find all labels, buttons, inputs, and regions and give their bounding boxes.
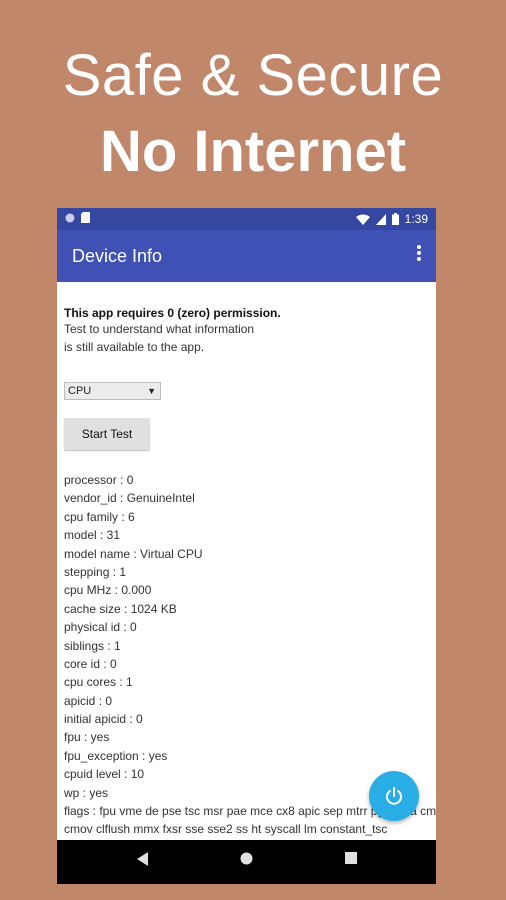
- info-row: model name : Virtual CPU: [64, 546, 203, 561]
- info-row: cpu cores : 1: [64, 675, 133, 690]
- info-row: cmov clflush mmx fxsr sse sse2 ss ht sys…: [64, 822, 388, 837]
- info-row: apicid : 0: [64, 693, 113, 708]
- app-title: Device Info: [72, 246, 163, 266]
- wifi-icon: [355, 214, 370, 225]
- permission-text: This app requires 0 (zero) permission.: [64, 306, 281, 320]
- info-row: fpu : yes: [64, 730, 110, 745]
- more-vert-icon[interactable]: [416, 244, 422, 262]
- category-select[interactable]: CPU ▼: [64, 382, 161, 400]
- info-row: physical id : 0: [64, 620, 137, 635]
- navigation-bar: [57, 840, 436, 884]
- start-test-button[interactable]: Start Test: [64, 418, 150, 450]
- intro-line-3: is still available to the app.: [64, 340, 205, 354]
- info-row: model : 31: [64, 528, 121, 543]
- power-fab-button[interactable]: [369, 771, 419, 821]
- info-row: fpu_exception : yes: [64, 748, 168, 763]
- info-row: cache size : 1024 KB: [64, 601, 177, 616]
- promo-headline-2: No Internet: [99, 119, 407, 184]
- promo-headline-1: Safe & Secure: [62, 43, 444, 108]
- home-icon[interactable]: [240, 852, 253, 865]
- phone-screen: 1:39 Device Info This app requires 0 (ze…: [57, 208, 436, 884]
- circle-icon: [65, 213, 75, 222]
- dropdown-arrow-icon: ▼: [147, 386, 156, 396]
- info-row: processor : 0: [64, 473, 134, 487]
- main-content: This app requires 0 (zero) permission. T…: [64, 306, 436, 836]
- app-bar: Device Info: [57, 230, 436, 282]
- recents-icon[interactable]: [345, 852, 357, 864]
- status-time: 1:39: [404, 212, 428, 226]
- battery-icon: [391, 213, 399, 225]
- info-row: core id : 0: [64, 656, 117, 671]
- back-icon[interactable]: [137, 852, 149, 866]
- info-row: stepping : 1: [64, 564, 127, 579]
- info-row: cpu family : 6: [64, 509, 135, 524]
- info-row: siblings : 1: [64, 638, 121, 653]
- intro-line-2: Test to understand what information: [64, 322, 255, 336]
- sim-card-icon: [81, 212, 90, 223]
- status-bar: 1:39: [57, 208, 436, 230]
- signal-icon: [375, 213, 386, 225]
- info-row: vendor_id : GenuineIntel: [64, 491, 195, 506]
- category-select-value: CPU: [68, 385, 92, 397]
- power-icon: [386, 787, 402, 805]
- info-row: cpu MHz : 0.000: [64, 583, 152, 598]
- info-row: initial apicid : 0: [64, 712, 143, 727]
